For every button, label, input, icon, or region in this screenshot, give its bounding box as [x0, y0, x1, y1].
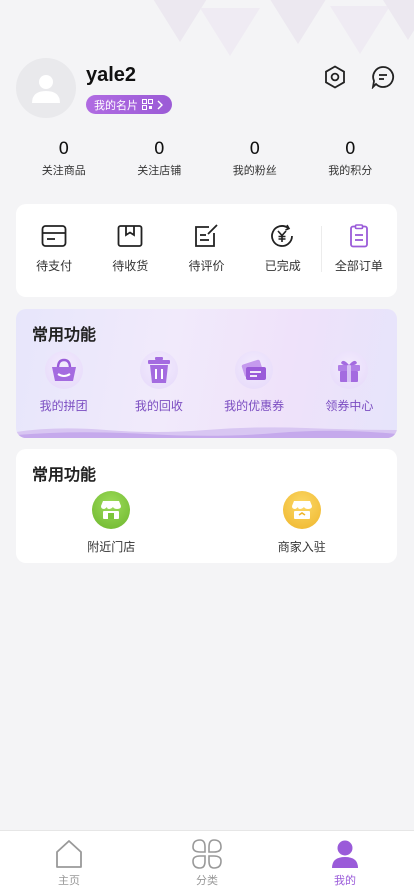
merchant-icon — [282, 491, 321, 529]
function-merchant-join[interactable]: 商家入驻 — [207, 491, 398, 555]
tab-home[interactable]: 主页 — [0, 831, 138, 896]
order-label: 待收货 — [112, 259, 149, 273]
stat-value: 0 — [344, 139, 356, 159]
wallet-icon — [41, 225, 67, 247]
function-label: 我的回收 — [134, 399, 183, 413]
function-coupon-center[interactable]: 领券中心 — [302, 351, 397, 414]
my-card-label: 我的名片 — [94, 98, 138, 112]
coupons-icon — [235, 351, 274, 389]
order-label: 待支付 — [36, 259, 73, 273]
stat-followed-products[interactable]: 0 关注商品 — [16, 138, 112, 178]
default-avatar-icon — [32, 75, 60, 103]
order-pending-review[interactable]: 待评价 — [168, 204, 244, 297]
order-label: 已完成 — [264, 259, 301, 273]
stat-points[interactable]: 0 我的积分 — [303, 138, 399, 178]
common-functions-card: 常用功能 我的拼团 我的回收 我的优惠券 领券中心 — [16, 309, 397, 438]
tab-label: 主页 — [58, 874, 80, 887]
common-functions-card-2: 常用功能 附近门店 商家入驻 — [16, 449, 397, 563]
tab-mine[interactable]: 我的 — [276, 831, 414, 896]
stat-value: 0 — [249, 139, 261, 159]
gift-icon — [330, 351, 369, 389]
username: yale2 — [86, 64, 137, 86]
avatar[interactable] — [16, 58, 76, 118]
yen-refresh-icon — [270, 224, 293, 247]
basket-icon — [44, 351, 83, 389]
home-icon — [56, 840, 82, 868]
qr-code-icon — [142, 99, 153, 110]
stat-label: 我的积分 — [328, 164, 373, 177]
function-my-group-buy[interactable]: 我的拼团 — [16, 351, 111, 414]
order-completed[interactable]: 已完成 — [245, 204, 321, 297]
bottom-tab-bar: 主页 分类 我的 — [0, 830, 414, 896]
function-label: 我的拼团 — [39, 399, 88, 413]
function-nearby-stores[interactable]: 附近门店 — [16, 491, 207, 555]
divider — [320, 226, 322, 272]
profile-header: yale2 我的名片 — [16, 58, 398, 122]
package-icon — [117, 225, 143, 247]
chevron-right-icon — [157, 100, 163, 109]
tab-label: 分类 — [196, 874, 218, 887]
user-icon — [332, 840, 358, 868]
function-label: 附近门店 — [87, 540, 136, 554]
stat-fans[interactable]: 0 我的粉丝 — [207, 138, 303, 178]
order-label: 全部订单 — [334, 259, 383, 273]
my-card-button[interactable]: 我的名片 — [86, 95, 172, 114]
function-label: 领券中心 — [325, 399, 374, 413]
order-pending-payment[interactable]: 待支付 — [16, 204, 92, 297]
function-label: 我的优惠券 — [224, 399, 285, 413]
stat-value: 0 — [153, 139, 165, 159]
edit-review-icon — [194, 224, 218, 247]
message-bubble-icon[interactable] — [370, 64, 396, 90]
tab-category[interactable]: 分类 — [138, 831, 276, 896]
clipboard-icon — [350, 224, 368, 248]
order-pending-receipt[interactable]: 待收货 — [92, 204, 168, 297]
orders-card: 待支付 待收货 待评价 已完成 全部订单 — [16, 204, 397, 297]
stat-label: 关注商品 — [41, 164, 86, 177]
section-title: 常用功能 — [32, 325, 97, 344]
tab-label: 我的 — [334, 874, 356, 887]
stat-followed-shops[interactable]: 0 关注店铺 — [112, 138, 208, 178]
order-all[interactable]: 全部订单 — [320, 204, 397, 297]
stats-row: 0 关注商品 0 关注店铺 0 我的粉丝 0 我的积分 — [16, 138, 398, 178]
category-icon — [192, 839, 222, 869]
settings-hexagon-icon[interactable] — [322, 64, 348, 90]
order-label: 待评价 — [188, 259, 225, 273]
function-label: 商家入驻 — [277, 540, 326, 554]
stat-label: 关注店铺 — [137, 164, 182, 177]
wave-decoration — [16, 427, 397, 438]
store-icon — [92, 491, 131, 529]
stat-value: 0 — [58, 139, 70, 159]
section-title: 常用功能 — [32, 465, 97, 484]
stat-label: 我的粉丝 — [232, 164, 277, 177]
function-my-recycle[interactable]: 我的回收 — [111, 351, 206, 414]
trash-icon — [139, 351, 178, 389]
function-my-coupons[interactable]: 我的优惠券 — [207, 351, 302, 414]
